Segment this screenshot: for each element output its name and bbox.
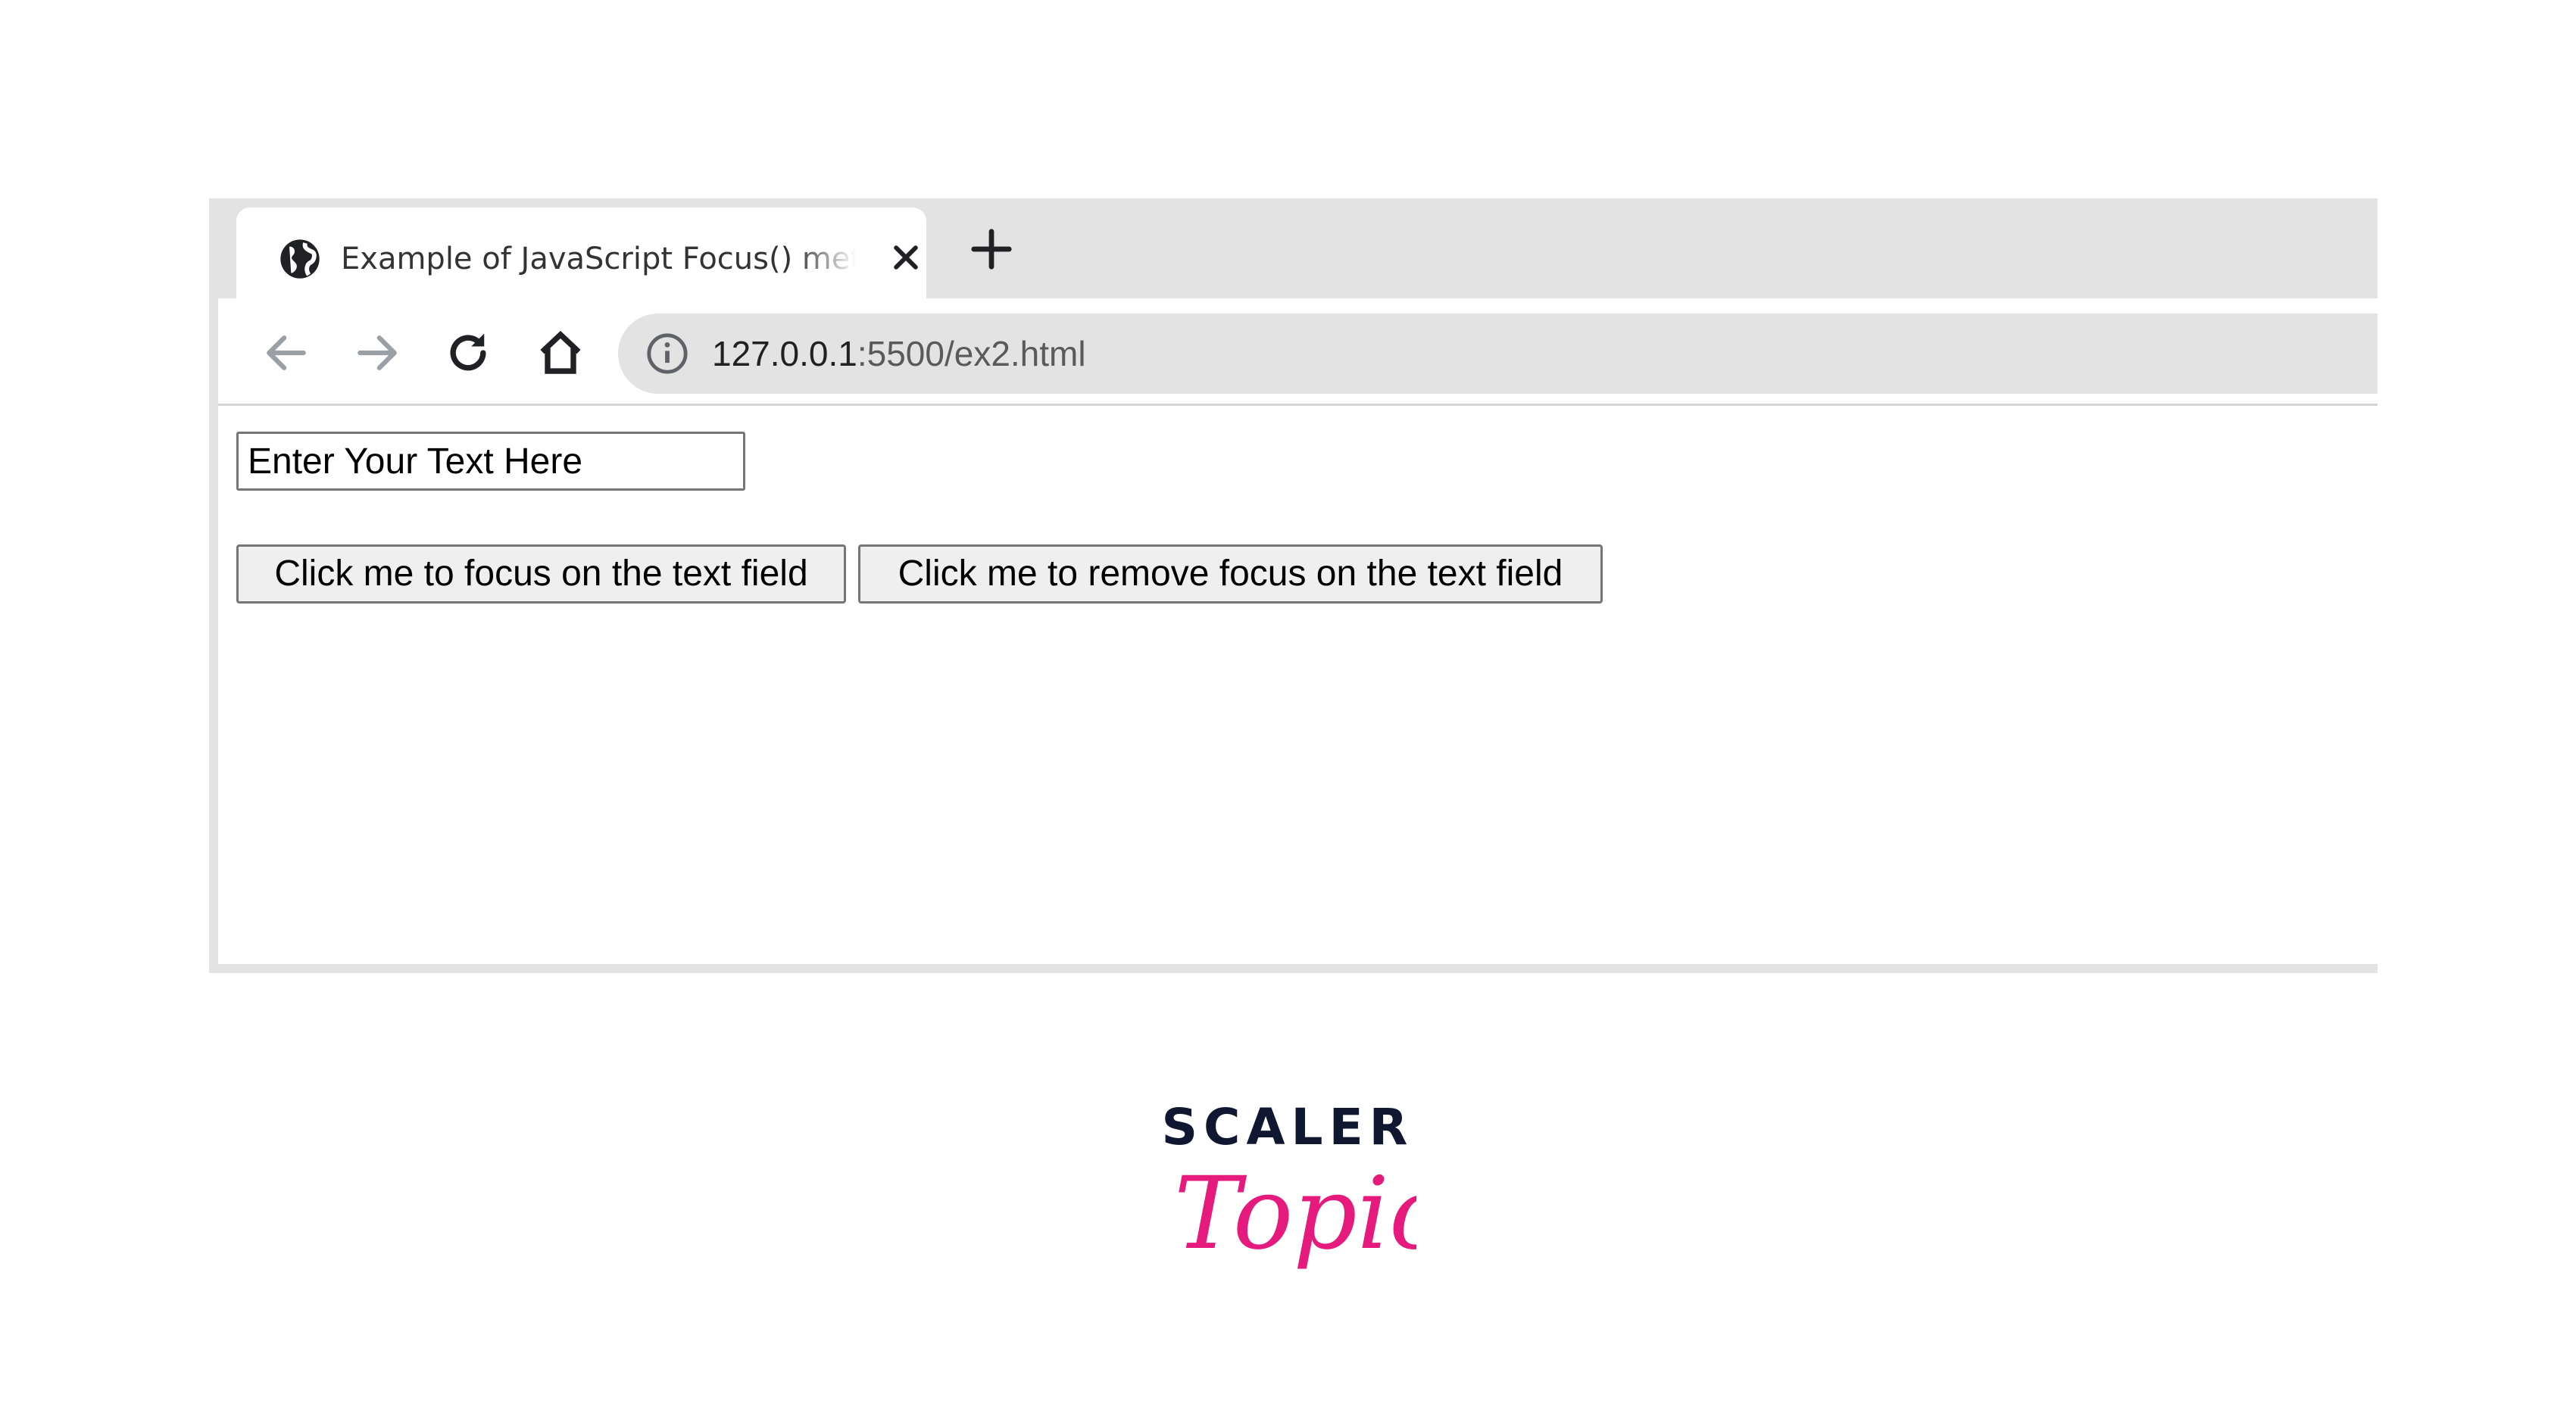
logo-wordmark-top: SCALER [1161, 1098, 1414, 1156]
home-icon[interactable] [535, 327, 586, 379]
close-icon[interactable] [889, 241, 923, 274]
remove-focus-button[interactable]: Click me to remove focus on the text fie… [858, 544, 1603, 604]
site-info-icon[interactable] [645, 332, 689, 376]
address-bar[interactable]: 127.0.0.1:5500/ex2.html [618, 313, 2378, 394]
logo-script-text: Topics [1174, 1156, 1416, 1272]
back-arrow-icon[interactable] [261, 327, 312, 379]
url-text[interactable]: 127.0.0.1:5500/ex2.html [712, 330, 1086, 377]
url-host: 127.0.0.1 [712, 334, 857, 373]
page-content: Click me to focus on the text field Clic… [218, 406, 2378, 964]
new-tab-plus-icon[interactable] [968, 226, 1015, 273]
browser-tab[interactable]: Example of JavaScript Focus() method [236, 207, 926, 309]
browser-window: Example of JavaScript Focus() method [209, 198, 2378, 973]
reload-icon[interactable] [442, 327, 494, 379]
scaler-topics-logo: SCALER Topics [1159, 1090, 1416, 1287]
forward-arrow-icon[interactable] [351, 327, 403, 379]
focus-button[interactable]: Click me to focus on the text field [236, 544, 846, 604]
text-field[interactable] [236, 432, 745, 491]
url-path: :5500/ex2.html [857, 334, 1086, 373]
logo-script-topics: Topics [1174, 1156, 1416, 1272]
globe-icon [280, 239, 320, 279]
tab-title: Example of JavaScript Focus() method [341, 242, 856, 276]
page: Example of JavaScript Focus() method [0, 0, 2576, 1413]
tab-strip: Example of JavaScript Focus() method [209, 198, 2378, 309]
browser-toolbar: 127.0.0.1:5500/ex2.html [218, 298, 2378, 406]
